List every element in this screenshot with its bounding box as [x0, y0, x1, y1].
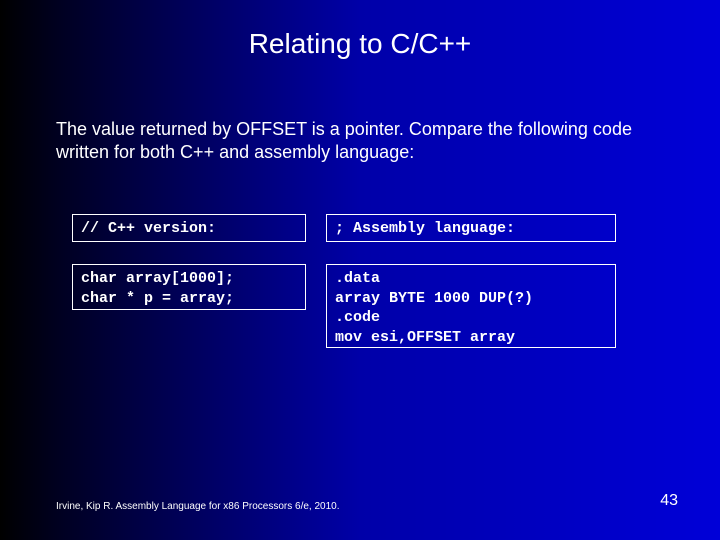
- asm-header-box: ; Assembly language:: [326, 214, 616, 242]
- page-number: 43: [660, 492, 678, 510]
- footer-citation: Irvine, Kip R. Assembly Language for x86…: [56, 501, 340, 512]
- asm-code-box: .data array BYTE 1000 DUP(?) .code mov e…: [326, 264, 616, 348]
- cpp-code-box: char array[1000]; char * p = array;: [72, 264, 306, 310]
- slide-body-text: The value returned by OFFSET is a pointe…: [56, 118, 650, 163]
- cpp-header-box: // C++ version:: [72, 214, 306, 242]
- slide: Relating to C/C++ The value returned by …: [0, 0, 720, 540]
- slide-title: Relating to C/C++: [0, 28, 720, 60]
